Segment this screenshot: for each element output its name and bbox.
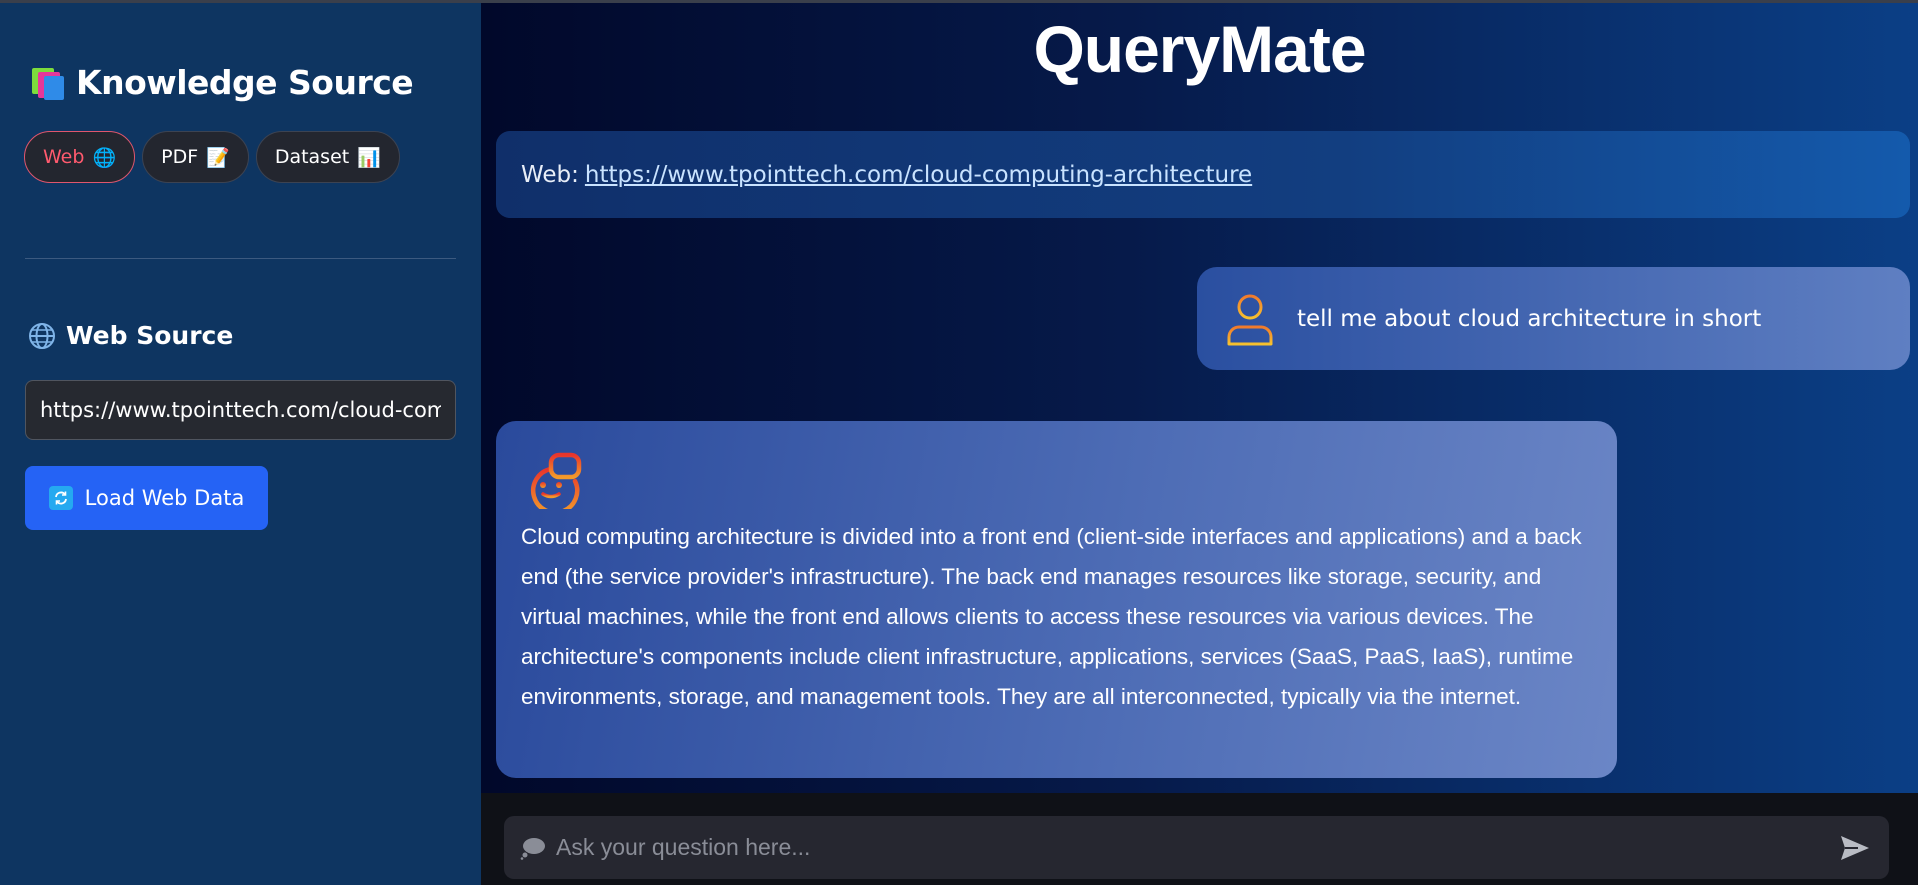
bot-icon xyxy=(530,452,582,509)
tab-dataset-label: Dataset xyxy=(274,146,350,168)
tab-web-label: Web xyxy=(43,146,85,168)
tab-dataset[interactable]: Dataset 📊 xyxy=(255,131,400,183)
chat-main: QueryMate Web: https://www.tpointtech.co… xyxy=(481,3,1918,885)
tab-pdf[interactable]: PDF 📝 xyxy=(142,131,249,183)
send-button[interactable] xyxy=(1835,828,1875,868)
user-message: tell me about cloud architecture in shor… xyxy=(1197,267,1910,370)
chat-input[interactable] xyxy=(556,816,1835,879)
refresh-icon xyxy=(48,486,73,510)
sidebar-title-text: Knowledge Source xyxy=(76,63,414,102)
sidebar-title: Knowledge Source xyxy=(30,63,414,102)
app-window: Knowledge Source Web 🌐 PDF 📝 Dataset 📊 W… xyxy=(0,0,1918,885)
page-title: QueryMate xyxy=(1033,12,1366,86)
tab-pdf-label: PDF xyxy=(161,146,199,168)
source-banner: Web: https://www.tpointtech.com/cloud-co… xyxy=(496,131,1910,218)
globe-icon: 🌐 xyxy=(92,146,117,169)
source-tabs: Web 🌐 PDF 📝 Dataset 📊 xyxy=(24,131,400,183)
bar-chart-icon: 📊 xyxy=(357,146,381,169)
user-icon xyxy=(1227,294,1273,345)
send-icon xyxy=(1841,835,1869,860)
load-web-data-label: Load Web Data xyxy=(84,486,245,510)
sidebar-divider xyxy=(25,258,456,259)
books-icon xyxy=(30,66,66,100)
web-source-heading-text: Web Source xyxy=(66,321,234,350)
memo-icon: 📝 xyxy=(206,146,230,169)
sidebar: Knowledge Source Web 🌐 PDF 📝 Dataset 📊 W… xyxy=(0,3,481,885)
user-message-text: tell me about cloud architecture in shor… xyxy=(1297,305,1762,332)
source-link[interactable]: https://www.tpointtech.com/cloud-computi… xyxy=(585,162,1252,188)
globe-icon xyxy=(29,322,55,349)
load-web-data-button[interactable]: Load Web Data xyxy=(25,466,268,530)
web-source-heading: Web Source xyxy=(28,321,233,350)
chat-footer xyxy=(481,793,1918,885)
assistant-message: Cloud computing architecture is divided … xyxy=(496,421,1617,778)
chat-input-container xyxy=(504,816,1889,879)
tab-web[interactable]: Web 🌐 xyxy=(24,131,136,183)
speech-bubble-icon xyxy=(520,837,545,860)
source-banner-prefix: Web: xyxy=(521,161,579,188)
url-input[interactable] xyxy=(25,380,456,440)
assistant-message-text: Cloud computing architecture is divided … xyxy=(521,524,1582,709)
